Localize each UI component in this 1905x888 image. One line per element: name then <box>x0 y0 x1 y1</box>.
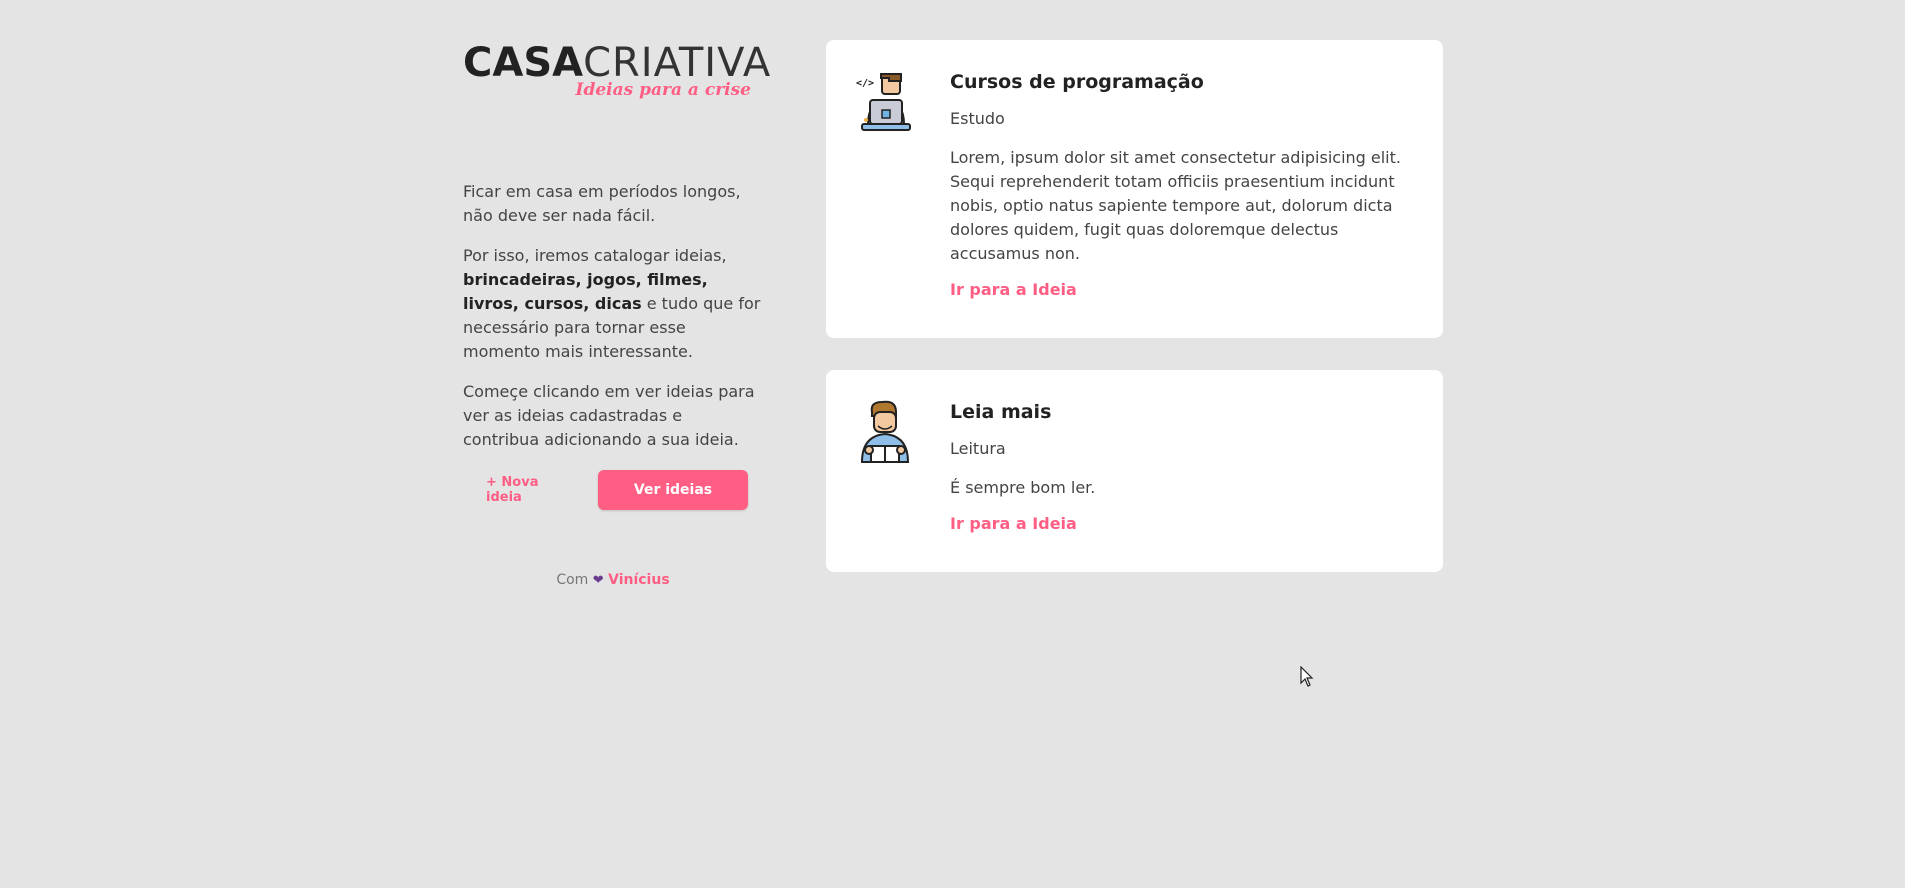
idea-card: </> Cursos de programação Estudo Lorem, … <box>826 40 1443 338</box>
credit-author-link[interactable]: Vinícius <box>608 572 670 588</box>
heart-icon: ❤ <box>592 573 604 588</box>
logo-word-casa: CASA <box>463 40 584 86</box>
idea-card-content: Leia mais Leitura É sempre bom ler. Ir p… <box>950 400 1413 533</box>
action-buttons: + Nova ideia Ver ideias <box>463 470 763 510</box>
idea-category: Leitura <box>950 439 1006 458</box>
idea-card-content: Cursos de programação Estudo Lorem, ipsu… <box>950 70 1413 299</box>
credit-footer: Com ❤ Vinícius <box>463 572 763 588</box>
idea-description: É sempre bom ler. <box>950 478 1096 497</box>
intro-paragraph-2: Por isso, iremos catalogar ideias, brinc… <box>463 244 763 364</box>
idea-description: Lorem, ipsum dolor sit amet consectetur … <box>950 148 1401 263</box>
programmer-icon: </> <box>854 70 914 136</box>
go-to-idea-link[interactable]: Ir para a Ideia <box>950 280 1413 299</box>
mouse-cursor-icon <box>1300 665 1314 688</box>
intro-paragraph-1: Ficar em casa em períodos longos, não de… <box>463 182 741 225</box>
intro-text: Ficar em casa em períodos longos, não de… <box>463 180 763 452</box>
logo: CASACRIATIVA Ideias para a crise <box>463 40 770 114</box>
intro-paragraph-3: Começe clicando em ver ideias para ver a… <box>463 382 755 449</box>
credit-prefix: Com <box>556 572 589 588</box>
logo-tagline: Ideias para a crise <box>575 80 752 100</box>
go-to-idea-link[interactable]: Ir para a Ideia <box>950 514 1413 533</box>
idea-category: Estudo <box>950 109 1005 128</box>
reader-icon <box>854 400 914 466</box>
new-idea-button[interactable]: + Nova ideia <box>486 475 578 505</box>
sidebar: CASACRIATIVA Ideias para a crise Ficar e… <box>463 40 770 588</box>
svg-text:</>: </> <box>856 78 874 89</box>
see-ideas-button[interactable]: Ver ideias <box>598 470 748 510</box>
intro-p2-start: Por isso, iremos catalogar ideias, <box>463 246 727 265</box>
idea-title: Leia mais <box>950 401 1052 423</box>
idea-title: Cursos de programação <box>950 71 1204 93</box>
idea-card: Leia mais Leitura É sempre bom ler. Ir p… <box>826 370 1443 572</box>
